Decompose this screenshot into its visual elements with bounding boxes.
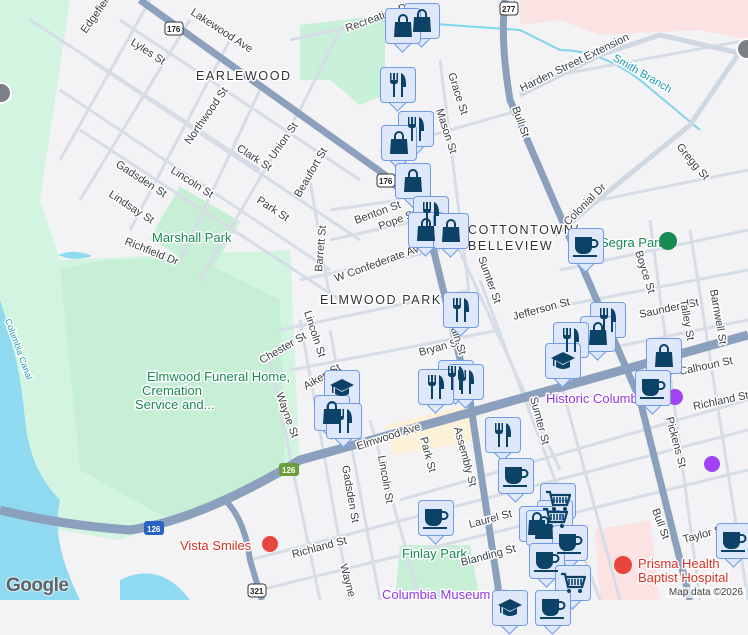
marker-body xyxy=(535,590,571,626)
svg-text:Lincoln St: Lincoln St xyxy=(375,454,395,504)
svg-text:Historic Columbia: Historic Columbia xyxy=(546,391,649,406)
park-label: Marshall Park xyxy=(152,230,232,245)
restaurant-icon xyxy=(450,297,472,323)
sc-126-shield: 126 xyxy=(279,463,299,476)
svg-text:Prisma Health: Prisma Health xyxy=(638,556,720,571)
google-logo: Google xyxy=(6,575,69,596)
coffee-icon xyxy=(423,507,449,529)
coffee-icon xyxy=(534,550,560,572)
svg-text:Colonial Dr: Colonial Dr xyxy=(562,181,609,228)
poi-label: Elmwood Funeral Home, xyxy=(147,369,290,384)
education-marker[interactable] xyxy=(492,590,530,635)
us-277-shield: 277 xyxy=(499,1,519,16)
svg-text:Lyles St: Lyles St xyxy=(128,36,167,67)
us-321-shield: 321 xyxy=(247,583,267,598)
poi-label: Service and... xyxy=(135,397,215,412)
us-176-shield: 176 xyxy=(376,173,396,188)
svg-text:Bull St: Bull St xyxy=(509,105,531,139)
shopping-icon xyxy=(533,516,555,540)
svg-text:321: 321 xyxy=(250,587,264,596)
svg-text:Richland St: Richland St xyxy=(291,535,348,561)
education-icon xyxy=(550,350,576,372)
svg-text:Wayne St: Wayne St xyxy=(337,563,361,600)
restaurant-marker[interactable] xyxy=(380,67,418,112)
restaurant-marker[interactable] xyxy=(485,417,523,462)
svg-text:126: 126 xyxy=(282,466,296,475)
svg-text:Edgefield St: Edgefield St xyxy=(79,0,123,36)
svg-text:Jefferson St: Jefferson St xyxy=(512,296,572,323)
marker-body xyxy=(443,292,479,328)
park-label: Finlay Park xyxy=(402,546,468,561)
coffee-marker[interactable] xyxy=(635,370,673,415)
svg-text:277: 277 xyxy=(502,5,516,14)
education-icon xyxy=(329,377,355,399)
marker-body xyxy=(492,590,528,626)
svg-text:Baptist Hospital: Baptist Hospital xyxy=(638,570,728,585)
shopping-icon xyxy=(440,219,462,243)
svg-text:176: 176 xyxy=(379,177,393,186)
coffee-icon xyxy=(640,377,666,399)
marker-body xyxy=(395,163,431,199)
restaurant-icon xyxy=(387,72,409,98)
svg-text:Vista Smiles: Vista Smiles xyxy=(180,538,252,553)
svg-text:Lakewood Ave: Lakewood Ave xyxy=(188,6,254,55)
svg-text:Pickens St: Pickens St xyxy=(663,416,688,469)
map-canvas[interactable]: 176 277 176 126 126 321 EARLEWOOD ELMWOO… xyxy=(0,0,748,600)
neighborhood-label: BELLEVIEW xyxy=(468,239,553,253)
svg-text:Union St: Union St xyxy=(267,120,301,161)
marker-body xyxy=(380,67,416,103)
restaurant-marker[interactable] xyxy=(443,292,481,337)
coffee-icon xyxy=(721,530,747,552)
shopping-icon xyxy=(653,344,675,368)
restaurant-icon xyxy=(425,374,447,400)
marker-body xyxy=(498,458,534,494)
marker-body xyxy=(418,500,454,536)
neighborhood-label: EARLEWOOD xyxy=(196,69,292,83)
restaurant-icon xyxy=(455,369,477,395)
shopping-icon xyxy=(587,322,609,346)
svg-text:126: 126 xyxy=(147,525,161,534)
us-176-shield: 176 xyxy=(164,21,184,36)
poi-label: Cremation xyxy=(142,383,202,398)
coffee-marker[interactable] xyxy=(568,228,606,273)
coffee-marker[interactable] xyxy=(418,500,456,545)
shopping-icon xyxy=(411,9,433,33)
svg-text:176: 176 xyxy=(167,25,181,34)
svg-text:Gregg St: Gregg St xyxy=(674,141,711,182)
svg-text:Grace St: Grace St xyxy=(445,71,470,116)
shopping-icon xyxy=(392,14,414,38)
coffee-icon xyxy=(540,597,566,619)
map-attribution[interactable]: Map data ©2026 xyxy=(665,587,746,598)
restaurant-icon xyxy=(492,422,514,448)
shopping-icon xyxy=(388,131,410,155)
coffee-marker[interactable] xyxy=(535,590,573,635)
coffee-icon xyxy=(573,235,599,257)
shopping-icon xyxy=(402,169,424,193)
coffee-icon xyxy=(503,465,529,487)
svg-text:Mason St: Mason St xyxy=(433,107,459,155)
neighborhood-label: ELMWOOD PARK xyxy=(320,293,442,307)
i-126-shield: 126 xyxy=(144,521,164,535)
coffee-marker[interactable] xyxy=(716,523,748,568)
marker-body xyxy=(485,417,521,453)
education-icon xyxy=(497,597,523,619)
poi-label: Segra Park xyxy=(600,235,666,250)
coffee-marker[interactable] xyxy=(498,458,536,503)
grocery-icon xyxy=(560,572,586,594)
svg-text:Barnwell St: Barnwell St xyxy=(707,288,728,345)
marker-body xyxy=(716,523,748,559)
coffee-icon xyxy=(557,532,583,554)
marker-body xyxy=(635,370,671,406)
marker-body xyxy=(646,338,682,374)
svg-text:Calhoun St: Calhoun St xyxy=(678,355,734,378)
restaurant-icon xyxy=(333,408,355,434)
shopping-icon xyxy=(415,218,437,242)
svg-text:Barrett St: Barrett St xyxy=(313,225,329,272)
svg-text:Park St: Park St xyxy=(254,194,291,224)
marker-body xyxy=(568,228,604,264)
neighborhood-label: COTTONTOWN/ xyxy=(468,223,580,237)
